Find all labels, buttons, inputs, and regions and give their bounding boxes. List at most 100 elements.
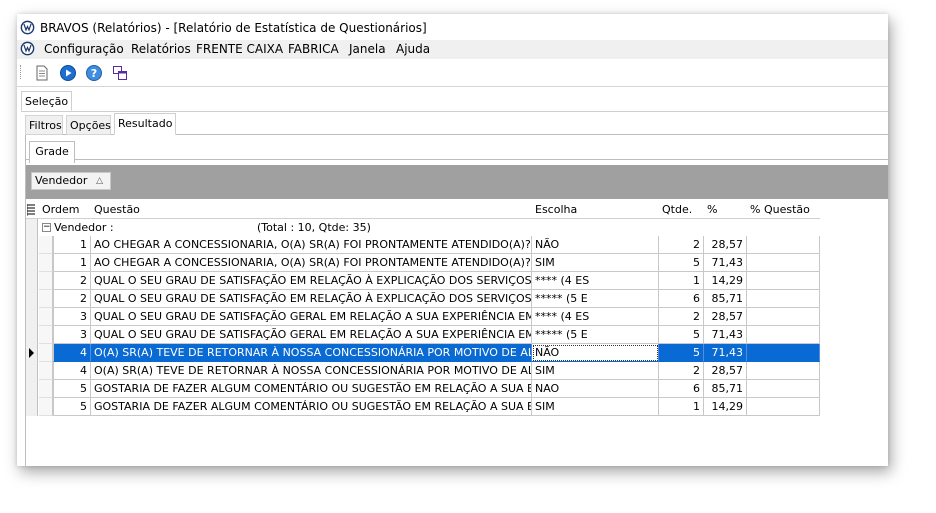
menu-configuracao[interactable]: Configuração xyxy=(44,42,124,56)
toolbar-grip[interactable] xyxy=(20,65,23,79)
cell-qtde[interactable]: 1 xyxy=(659,272,704,290)
cell-qtde[interactable]: 6 xyxy=(659,290,704,308)
cell-pct-questao[interactable] xyxy=(747,272,820,290)
cell-pct-questao[interactable] xyxy=(747,326,820,344)
cell-ordem[interactable]: 2 xyxy=(53,272,91,290)
cell-questao[interactable]: GOSTARIA DE FAZER ALGUM COMENTÁRIO OU SU… xyxy=(91,380,532,398)
column-header-qtde[interactable]: Qtde. xyxy=(659,201,704,219)
tab-selecao[interactable]: Seleção xyxy=(21,91,73,111)
cell-pct[interactable]: 14,29 xyxy=(704,272,747,290)
cell-escolha[interactable]: ***** (5 E xyxy=(532,290,659,308)
vw-logo-icon[interactable] xyxy=(20,41,35,56)
cell-questao[interactable]: QUAL O SEU GRAU DE SATISFAÇÃO GERAL EM R… xyxy=(91,308,532,326)
cell-ordem[interactable]: 1 xyxy=(53,254,91,272)
cell-questao[interactable]: GOSTARIA DE FAZER ALGUM COMENTÁRIO OU SU… xyxy=(91,398,532,416)
cell-pct-questao[interactable] xyxy=(747,398,820,416)
cell-pct[interactable]: 28,57 xyxy=(704,236,747,254)
cell-escolha[interactable]: SIM xyxy=(532,254,659,272)
cell-ordem[interactable]: 3 xyxy=(53,326,91,344)
tab-filtros[interactable]: Filtros xyxy=(25,115,63,135)
cell-pct-questao[interactable] xyxy=(747,254,820,272)
cell-ordem[interactable]: 4 xyxy=(53,344,91,362)
cell-escolha[interactable]: SIM xyxy=(532,398,659,416)
cell-escolha[interactable]: NAO xyxy=(532,380,659,398)
row-indicator[interactable] xyxy=(26,272,38,290)
column-chooser-icon[interactable] xyxy=(26,201,39,219)
cell-ordem[interactable]: 5 xyxy=(53,398,91,416)
cell-pct-questao[interactable] xyxy=(747,344,820,362)
cell-qtde[interactable]: 6 xyxy=(659,380,704,398)
row-indicator[interactable] xyxy=(26,344,38,362)
cell-questao[interactable]: AO CHEGAR A CONCESSIONARIA, O(A) SR(A) F… xyxy=(91,254,532,272)
group-by-field[interactable]: Vendedor △ xyxy=(31,172,111,190)
tab-opcoes[interactable]: Opções xyxy=(66,115,111,135)
cell-pct[interactable]: 85,71 xyxy=(704,380,747,398)
sort-ascending-icon[interactable]: △ xyxy=(96,173,103,189)
cell-pct[interactable]: 28,57 xyxy=(704,362,747,380)
cell-qtde[interactable]: 1 xyxy=(659,398,704,416)
row-indicator[interactable] xyxy=(26,362,38,380)
cell-ordem[interactable]: 4 xyxy=(53,362,91,380)
cell-pct-questao[interactable] xyxy=(747,236,820,254)
cell-qtde[interactable]: 2 xyxy=(659,362,704,380)
cell-ordem[interactable]: 2 xyxy=(53,290,91,308)
row-indicator[interactable] xyxy=(26,290,38,308)
cell-questao[interactable]: O(A) SR(A) TEVE DE RETORNAR À NOSSA CONC… xyxy=(91,344,532,362)
document-icon[interactable] xyxy=(33,64,51,82)
cell-qtde[interactable]: 5 xyxy=(659,326,704,344)
cell-questao[interactable]: QUAL O SEU GRAU DE SATISFAÇÃO EM RELAÇÃO… xyxy=(91,290,532,308)
cell-pct[interactable]: 28,57 xyxy=(704,308,747,326)
collapse-icon[interactable]: − xyxy=(42,223,51,232)
cell-questao[interactable]: QUAL O SEU GRAU DE SATISFAÇÃO EM RELAÇÃO… xyxy=(91,272,532,290)
cell-escolha[interactable]: **** (4 ES xyxy=(532,272,659,290)
cell-escolha[interactable]: SIM xyxy=(532,362,659,380)
cell-pct[interactable]: 85,71 xyxy=(704,290,747,308)
tab-resultado[interactable]: Resultado xyxy=(114,113,176,135)
cell-pct-questao[interactable] xyxy=(747,380,820,398)
cell-escolha[interactable]: NÃO xyxy=(532,236,659,254)
row-indicator[interactable] xyxy=(26,398,38,416)
help-icon[interactable]: ? xyxy=(85,64,103,82)
menu-ajuda[interactable]: Ajuda xyxy=(396,42,430,56)
window-icon[interactable] xyxy=(111,64,129,82)
cell-qtde[interactable]: 2 xyxy=(659,308,704,326)
cell-pct[interactable]: 71,43 xyxy=(704,254,747,272)
column-header-pct[interactable]: % xyxy=(704,201,747,219)
menu-janela[interactable]: Janela xyxy=(349,42,386,56)
cell-pct[interactable]: 14,29 xyxy=(704,398,747,416)
row-indicator[interactable] xyxy=(26,380,38,398)
cell-ordem[interactable]: 5 xyxy=(53,380,91,398)
group-row[interactable]: − Vendedor : (Total : 10, Qtde: 35) xyxy=(39,219,820,236)
row-indicator[interactable] xyxy=(26,219,38,236)
column-header-ordem[interactable]: Ordem xyxy=(39,201,91,219)
cell-ordem[interactable]: 3 xyxy=(53,308,91,326)
cell-qtde[interactable]: 5 xyxy=(659,254,704,272)
row-indicator[interactable] xyxy=(26,308,38,326)
menu-relatorios[interactable]: Relatórios xyxy=(131,42,191,56)
tab-grade[interactable]: Grade xyxy=(29,141,75,163)
menu-fabrica[interactable]: FABRICA xyxy=(288,42,339,56)
row-indicator[interactable] xyxy=(26,236,38,254)
cell-pct[interactable]: 71,43 xyxy=(704,344,747,362)
row-indicator[interactable] xyxy=(26,326,38,344)
cell-pct[interactable]: 71,43 xyxy=(704,326,747,344)
cell-questao[interactable]: AO CHEGAR A CONCESSIONARIA, O(A) SR(A) F… xyxy=(91,236,532,254)
cell-pct-questao[interactable] xyxy=(747,290,820,308)
cell-escolha[interactable]: **** (4 ES xyxy=(532,308,659,326)
cell-pct-questao[interactable] xyxy=(747,362,820,380)
column-header-escolha[interactable]: Escolha xyxy=(532,201,659,219)
cell-questao[interactable]: O(A) SR(A) TEVE DE RETORNAR À NOSSA CONC… xyxy=(91,362,532,380)
cell-qtde[interactable]: 2 xyxy=(659,236,704,254)
cell-qtde[interactable]: 5 xyxy=(659,344,704,362)
column-header-pct-questao[interactable]: % Questão xyxy=(747,201,820,219)
cell-questao[interactable]: QUAL O SEU GRAU DE SATISFAÇÃO GERAL EM R… xyxy=(91,326,532,344)
group-indent xyxy=(39,344,53,362)
column-header-questao[interactable]: Questão xyxy=(91,201,532,219)
cell-pct-questao[interactable] xyxy=(747,308,820,326)
cell-ordem[interactable]: 1 xyxy=(53,236,91,254)
play-icon[interactable] xyxy=(59,64,77,82)
row-indicator[interactable] xyxy=(26,254,38,272)
cell-escolha[interactable]: NÃO xyxy=(532,344,659,362)
menu-frente-caixa[interactable]: FRENTE CAIXA xyxy=(196,42,283,56)
cell-escolha[interactable]: ***** (5 E xyxy=(532,326,659,344)
